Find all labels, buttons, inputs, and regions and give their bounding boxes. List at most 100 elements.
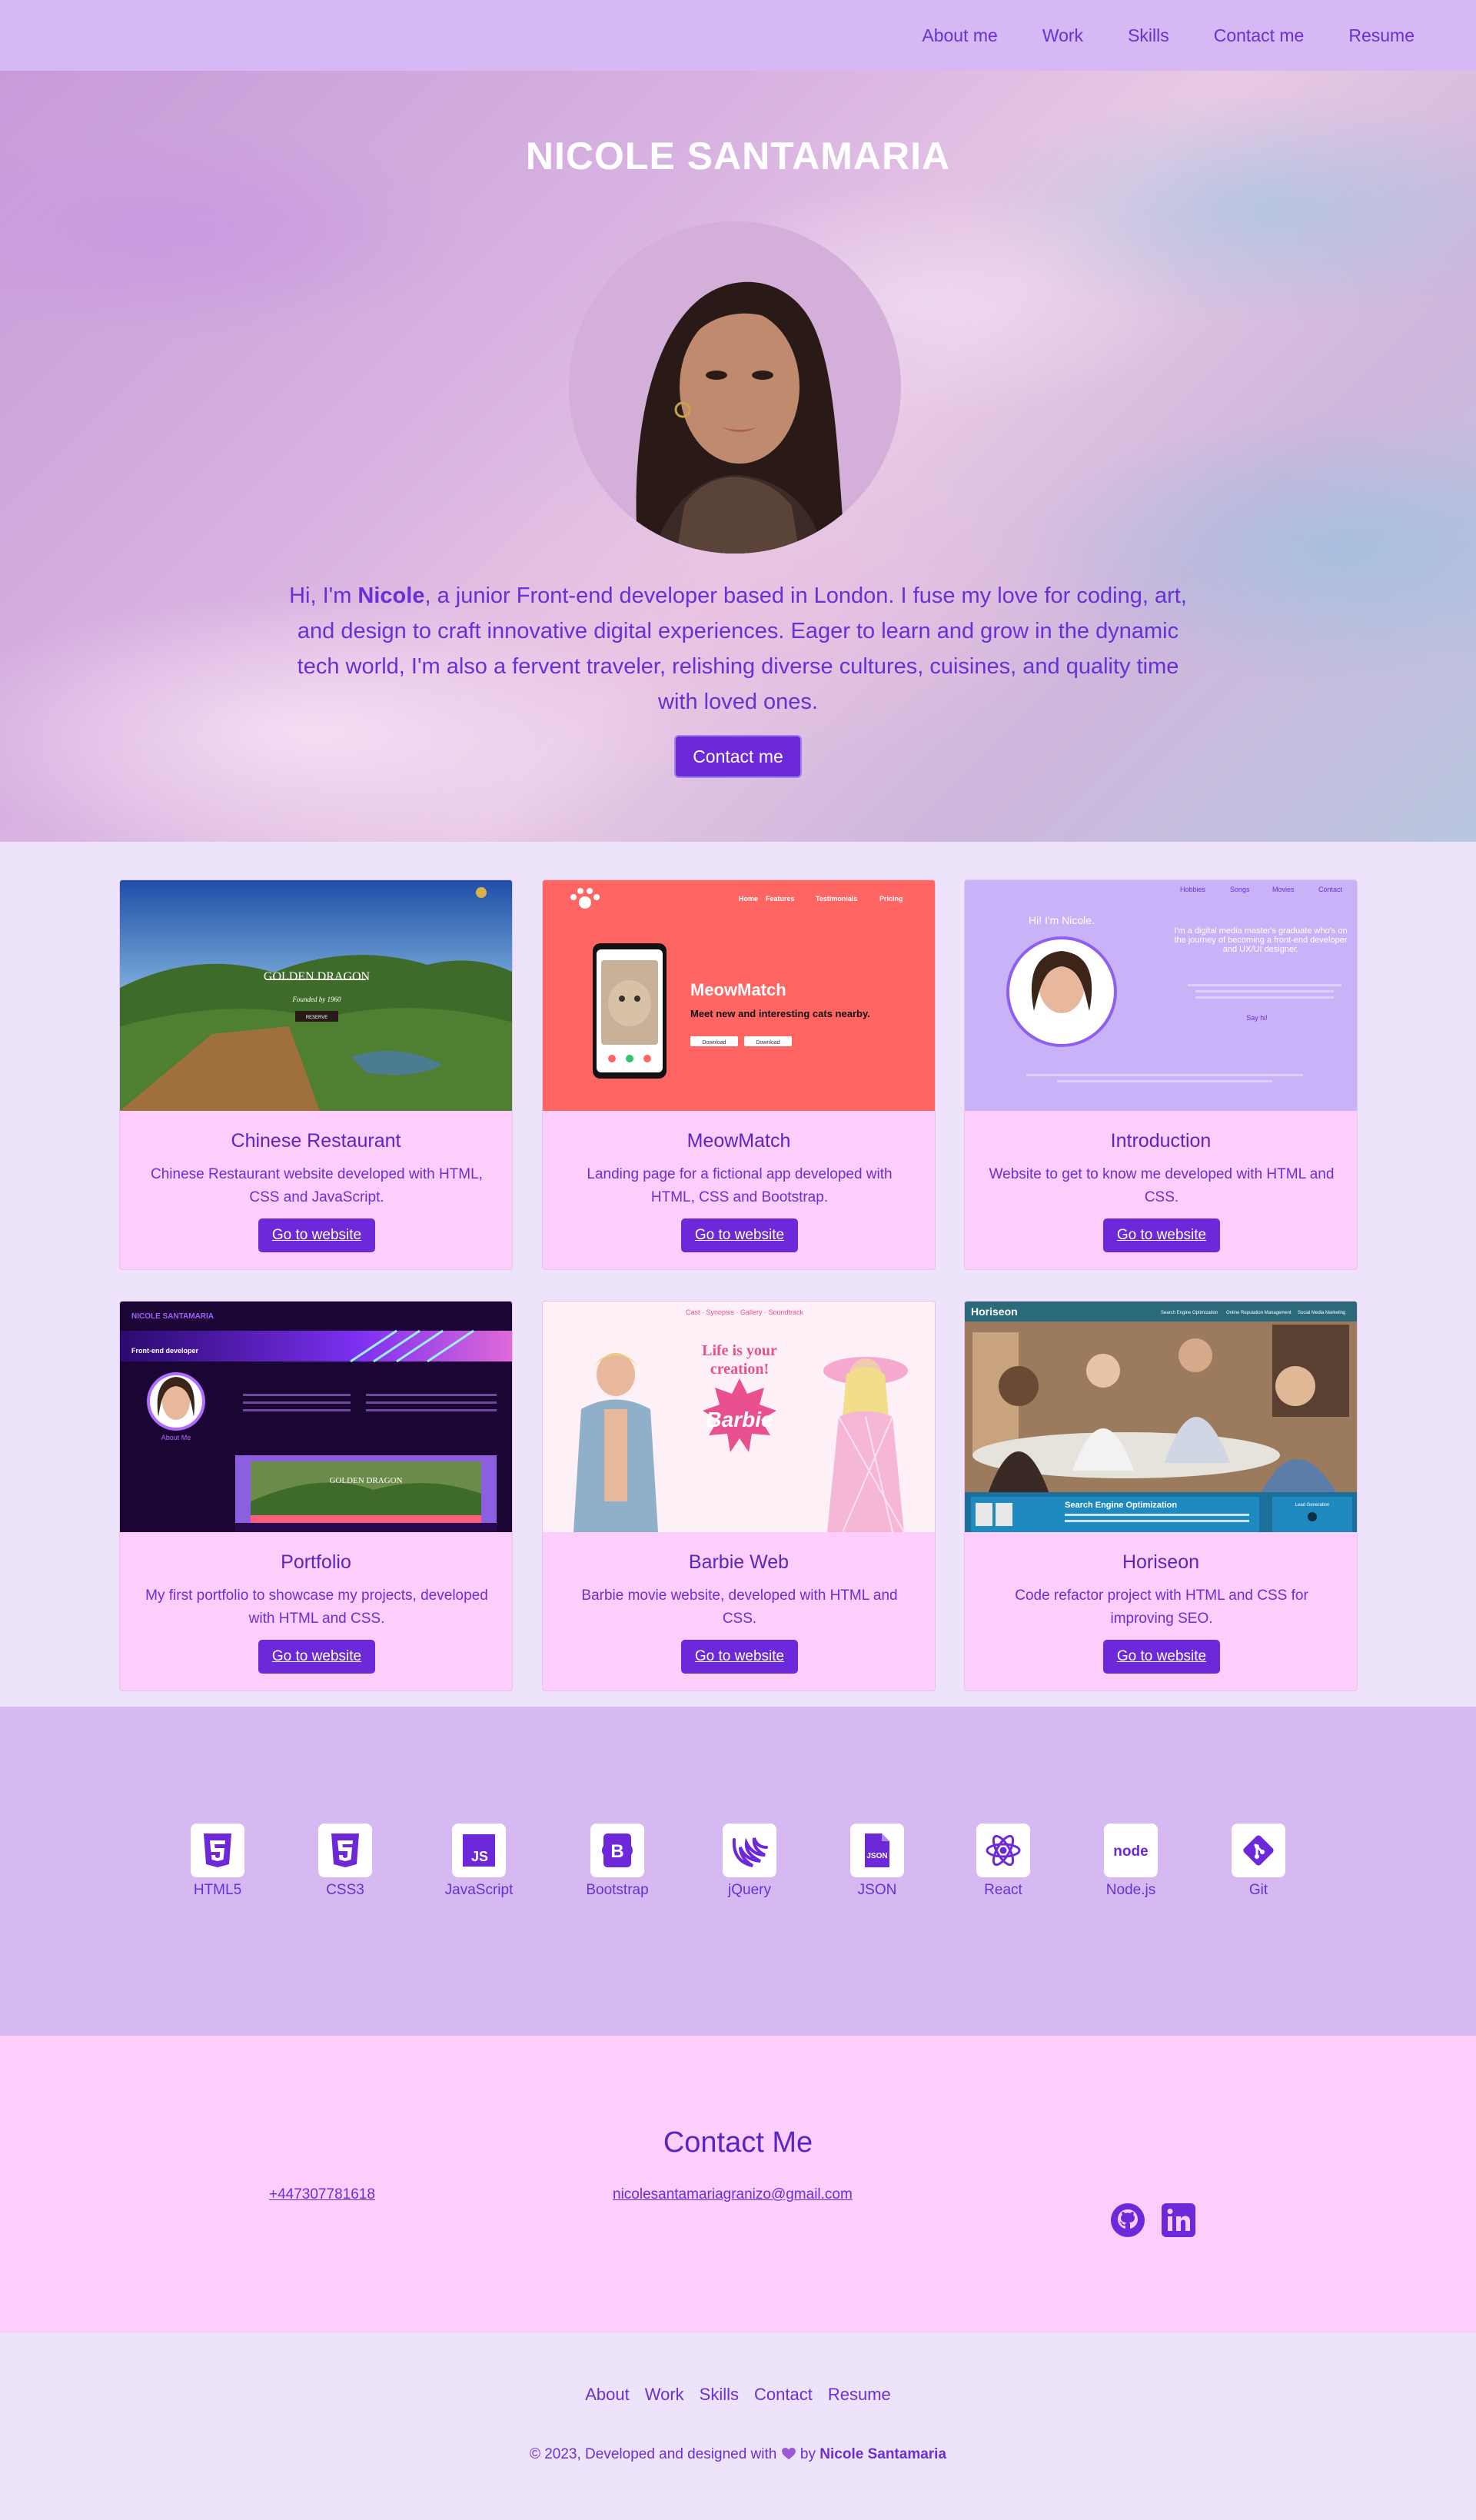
thumb-brand: Horiseon <box>971 1305 1018 1318</box>
html5-icon <box>191 1824 244 1877</box>
thumb-nav-pricing: Pricing <box>879 895 903 903</box>
skill-git: Git <box>1205 1824 1312 1899</box>
nav-link-about-me[interactable]: About me <box>922 25 997 46</box>
skill-label: HTML5 <box>193 1882 242 1898</box>
hero-title: NICOLE SANTAMARIA <box>525 135 951 178</box>
top-navbar: About me Work Skills Contact me Resume <box>0 0 1476 71</box>
footer-link-resume[interactable]: Resume <box>828 2385 891 2405</box>
intro-name: Nicole <box>357 583 425 608</box>
thumb-nav-songs: Songs <box>1230 886 1250 893</box>
thumb-nav-features: Features <box>766 895 795 903</box>
project-thumbnail[interactable]: Horiseon Search Engine Optimization Onli… <box>965 1302 1357 1532</box>
contact-title: Contact Me <box>663 2126 813 2159</box>
skill-label: Bootstrap <box>586 1882 649 1898</box>
email-link[interactable]: nicolesantamariagranizo@gmail.com <box>613 2186 853 2203</box>
project-thumbnail[interactable]: NICOLE SANTAMARIA Front-end developer Ab… <box>120 1302 512 1532</box>
copyright-by: by <box>800 2446 816 2462</box>
project-description: My first portfolio to showcase my projec… <box>145 1587 488 1627</box>
project-title: Chinese Restaurant <box>231 1130 401 1152</box>
nav-link-skills[interactable]: Skills <box>1128 25 1169 46</box>
go-to-website-button[interactable]: Go to website <box>258 1218 375 1252</box>
skill-bootstrap: B Bootstrap <box>563 1824 671 1899</box>
linkedin-icon[interactable] <box>1160 2202 1197 2239</box>
go-to-website-button[interactable]: Go to website <box>258 1640 375 1674</box>
hero-section: NICOLE SANTAMARIA Hi, I'm Nicole, a juni… <box>0 71 1476 842</box>
svg-text:JS: JS <box>471 1849 488 1864</box>
thumb-heading: GOLDEN DRAGON <box>264 970 371 983</box>
javascript-icon: JS <box>452 1824 506 1877</box>
nav-link-work[interactable]: Work <box>1042 25 1083 46</box>
thumb-nav-movies: Movies <box>1272 886 1295 893</box>
skills-section: HTML5 CSS3 JS JavaScript B Bootstrap jQu… <box>0 1707 1476 2036</box>
go-to-website-button[interactable]: Go to website <box>681 1218 798 1252</box>
jquery-icon <box>723 1824 776 1877</box>
project-title: MeowMatch <box>686 1130 791 1152</box>
project-thumbnail[interactable]: Hobbies Songs Movies Contact Hi! I'm Nic… <box>965 880 1357 1111</box>
intro-text: , a junior Front-end developer based in … <box>297 583 1187 714</box>
thumb-sub: Meet new and interesting cats nearby. <box>690 1008 870 1019</box>
projects-section: GOLDEN DRAGON Founded by 1960 RESERVE Ch… <box>0 842 1476 1707</box>
thumb-link: Say hi! <box>1246 1014 1268 1022</box>
project-description: Barbie movie website, developed with HTM… <box>581 1587 898 1627</box>
project-thumbnail[interactable]: Cast · Synopsis · Gallery · Soundtrack L… <box>543 1302 935 1532</box>
project-card-barbie-web: Cast · Synopsis · Gallery · Soundtrack L… <box>542 1301 936 1691</box>
project-description: Landing page for a fictional app develop… <box>587 1166 893 1205</box>
thumb-download-2: Download <box>756 1040 780 1046</box>
thumb-download-1: Download <box>702 1040 726 1046</box>
footer-link-about[interactable]: About <box>585 2385 630 2405</box>
css3-icon <box>318 1824 372 1877</box>
thumb-nav-contact: Contact <box>1318 886 1343 893</box>
copyright: © 2023, Developed and designed with by N… <box>0 2446 1476 2463</box>
thumb-greeting: Hi! I'm Nicole. <box>1029 914 1095 926</box>
thumb-nav-testimonials: Testimonials <box>816 895 857 903</box>
project-title: Horiseon <box>1122 1551 1200 1573</box>
project-thumbnail[interactable]: GOLDEN DRAGON Founded by 1960 RESERVE <box>120 880 512 1111</box>
thumb-btn: RESERVE <box>306 1016 328 1020</box>
project-description: Chinese Restaurant website developed wit… <box>151 1166 483 1205</box>
thumb-banner: Front-end developer <box>131 1347 199 1355</box>
project-card-chinese-restaurant: GOLDEN DRAGON Founded by 1960 RESERVE Ch… <box>119 879 513 1270</box>
project-card-meowmatch: Home Features Testimonials Pricing MeowM… <box>542 879 936 1270</box>
svg-text:JSON: JSON <box>866 1852 887 1860</box>
nav-link-resume[interactable]: Resume <box>1348 25 1414 46</box>
footer-link-work[interactable]: Work <box>645 2385 684 2405</box>
thumb-logo: Barbie <box>706 1408 773 1431</box>
project-card-portfolio: NICOLE SANTAMARIA Front-end developer Ab… <box>119 1301 513 1691</box>
nav-link-contact-me[interactable]: Contact me <box>1214 25 1305 46</box>
skill-react: React <box>949 1824 1057 1899</box>
skill-json: JSON JSON <box>823 1824 931 1899</box>
thumb-nav-home: Home <box>739 895 758 903</box>
go-to-website-button[interactable]: Go to website <box>1103 1640 1220 1674</box>
svg-text:B: B <box>610 1841 623 1862</box>
thumb-sub: Founded by 1960 <box>292 996 341 1003</box>
heart-icon <box>781 2446 796 2462</box>
project-card-horiseon: Horiseon Search Engine Optimization Onli… <box>964 1301 1358 1691</box>
footer-link-skills[interactable]: Skills <box>700 2385 739 2405</box>
thumb-nav-2: Online Reputation Management <box>1226 1311 1292 1315</box>
project-title: Introduction <box>1110 1130 1212 1152</box>
thumb-nav: Cast · Synopsis · Gallery · Soundtrack <box>686 1308 804 1316</box>
profile-photo <box>569 221 901 554</box>
react-icon <box>976 1824 1030 1877</box>
phone-link[interactable]: +447307781618 <box>269 2186 375 2203</box>
project-card-introduction: Hobbies Songs Movies Contact Hi! I'm Nic… <box>964 879 1358 1270</box>
thumb-tagline: I'm a digital media master's graduate wh… <box>1174 926 1348 954</box>
skill-html5: HTML5 <box>164 1824 271 1899</box>
thumb-side: Lead Generation <box>1295 1503 1330 1508</box>
footer-links: About Work Skills Contact Resume <box>0 2385 1476 2405</box>
go-to-website-button[interactable]: Go to website <box>681 1640 798 1674</box>
nodejs-icon: node <box>1104 1824 1158 1877</box>
copyright-text: © 2023, Developed and designed with <box>529 2446 777 2462</box>
project-title: Barbie Web <box>688 1551 790 1573</box>
thumb-about: About Me <box>161 1434 191 1441</box>
copyright-name: Nicole Santamaria <box>819 2446 947 2462</box>
thumb-nav-1: Search Engine Optimization <box>1161 1311 1218 1315</box>
project-thumbnail[interactable]: Home Features Testimonials Pricing MeowM… <box>543 880 935 1111</box>
footer-link-contact[interactable]: Contact <box>754 2385 813 2405</box>
skill-jquery: jQuery <box>696 1824 803 1899</box>
github-icon[interactable] <box>1109 2202 1146 2239</box>
hero-contact-button[interactable]: Contact me <box>674 735 802 778</box>
skill-label: JavaScript <box>444 1882 514 1898</box>
go-to-website-button[interactable]: Go to website <box>1103 1218 1220 1252</box>
thumb-heading: MeowMatch <box>690 980 786 999</box>
